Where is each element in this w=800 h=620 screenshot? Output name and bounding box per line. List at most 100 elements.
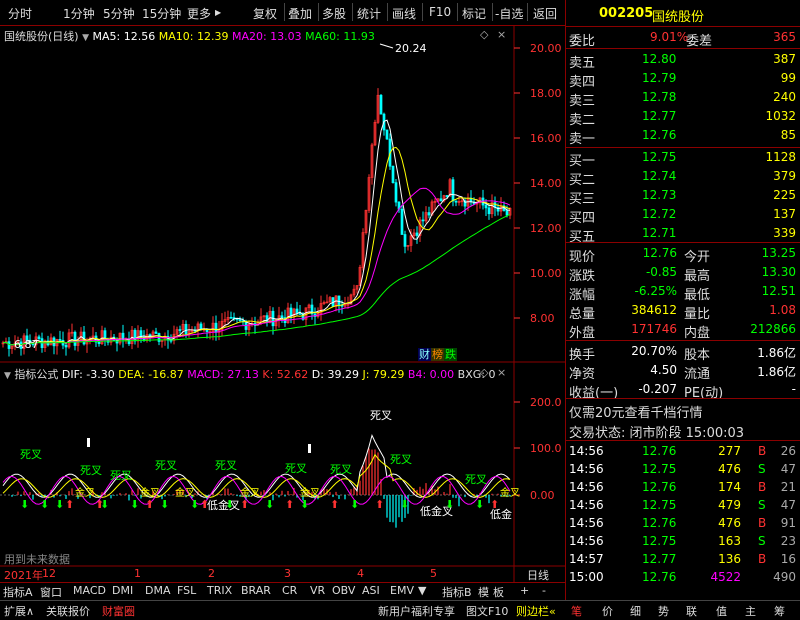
ask-row[interactable]: 卖二 12.77 1032	[566, 107, 800, 128]
tick-cell: 14:57	[569, 552, 604, 566]
up-arrow-icon: ⬆	[375, 498, 384, 511]
bid-price: 12.74	[642, 169, 677, 183]
indicator-tab[interactable]: 板	[493, 584, 504, 600]
btn-zixuan[interactable]: -自选	[495, 5, 523, 22]
indicator-tab[interactable]: CR	[282, 584, 297, 597]
ask-price: 12.79	[642, 71, 677, 85]
stat-cell: 外盘	[569, 326, 596, 341]
btn-huaxian[interactable]: 画线	[392, 5, 416, 22]
tick-row: 14:57 12.77 136 B 16	[566, 550, 800, 570]
new-user-promo[interactable]: 新用户福利专享	[378, 603, 455, 619]
tick-row: 14:56 12.75 479 S 47	[566, 496, 800, 516]
ask-row[interactable]: 卖五 12.80 387	[566, 50, 800, 71]
bid-row[interactable]: 买二 12.74 379	[566, 167, 800, 188]
wealth-circle-button[interactable]: 财富圈	[102, 603, 135, 619]
candle-body	[415, 232, 419, 236]
tab-chou[interactable]: 筹	[774, 603, 785, 619]
tab-more[interactable]: 更多	[187, 5, 211, 22]
price-tick: 16.00	[530, 132, 562, 145]
tick-cell: 174	[718, 480, 741, 494]
tab-5min[interactable]: 5分钟	[103, 5, 135, 22]
indicator-tab[interactable]: MACD	[73, 584, 106, 597]
ask-row[interactable]: 卖一 12.76 85	[566, 126, 800, 147]
tab-zhu[interactable]: 主	[745, 603, 756, 619]
kline-chart-area[interactable]: 20.0018.0016.0014.0012.0010.008.00 200.0…	[0, 26, 565, 582]
btn-f10[interactable]: F10	[429, 5, 451, 19]
tab-lian[interactable]: 联	[686, 603, 697, 619]
bid-row[interactable]: 买四 12.72 137	[566, 205, 800, 226]
indicator-tab[interactable]: ▼	[418, 584, 426, 597]
tab-zhi[interactable]: 值	[716, 603, 727, 619]
stat-row: 涨幅 -6.25% 最低 12.51	[566, 282, 800, 303]
indicator-tab[interactable]: 指标A	[3, 584, 33, 600]
expand-button[interactable]: 扩展∧	[4, 603, 34, 619]
ask-volume: 85	[780, 128, 796, 142]
indicator-tab[interactable]: TRIX	[207, 584, 232, 597]
collapse-icon[interactable]: ▼	[82, 33, 89, 43]
tick-cell: 91	[780, 516, 796, 530]
indicator-tab[interactable]: OBV	[332, 584, 355, 597]
indicator-tab[interactable]: DMA	[145, 584, 171, 597]
indicator-tab[interactable]: VR	[310, 584, 325, 597]
down-arrow-icon: ⬇	[350, 498, 359, 511]
indicator-tab[interactable]: BRAR	[241, 584, 271, 597]
more-arrow-icon[interactable]: ▶	[215, 8, 221, 17]
tab-xi[interactable]: 细	[630, 603, 641, 619]
btn-duogu[interactable]: 多股	[322, 5, 346, 22]
indicator-tab[interactable]: 指标B	[442, 584, 472, 600]
candle-body	[154, 331, 158, 334]
tab-1min[interactable]: 1分钟	[63, 5, 95, 22]
btn-biaoji[interactable]: 标记	[462, 5, 486, 22]
tick-row: 15:00 12.76 4522 490	[566, 568, 800, 588]
close-icon[interactable]: ×	[497, 28, 506, 41]
tab-shi[interactable]: 势	[658, 603, 669, 619]
down-arrow-icon: ⬇	[190, 498, 199, 511]
bid-row[interactable]: 买五 12.71 339	[566, 224, 800, 245]
indicator-tab[interactable]: +	[520, 584, 529, 597]
k-label: K: 52.62	[262, 368, 309, 381]
ask-row[interactable]: 卖三 12.78 240	[566, 88, 800, 109]
indicator-tab[interactable]: ASI	[362, 584, 380, 597]
indicator-tab[interactable]: EMV	[390, 584, 414, 597]
badge-bang[interactable]: 榜	[431, 348, 444, 361]
indicator-tab[interactable]: FSL	[177, 584, 196, 597]
sidebar-toggle[interactable]: 则边栏«	[516, 603, 556, 619]
badge-die[interactable]: 跌	[444, 348, 457, 361]
f10-graphic-button[interactable]: 图文F10	[466, 603, 508, 619]
tab-jia[interactable]: 价	[602, 603, 613, 619]
indicator-tab[interactable]: -	[542, 584, 546, 597]
btn-tongji[interactable]: 统计	[357, 5, 381, 22]
bid-row[interactable]: 买三 12.73 225	[566, 186, 800, 207]
related-quote-button[interactable]: 关联报价	[46, 603, 90, 619]
candle-body	[64, 344, 68, 348]
dead-cross-label: 死叉	[155, 459, 177, 472]
btn-diejia[interactable]: 叠加	[288, 5, 312, 22]
indicator-tab[interactable]: DMI	[112, 584, 133, 597]
bid-row[interactable]: 买一 12.75 1128	[566, 148, 800, 169]
period-label[interactable]: 日线	[527, 567, 549, 583]
ask-volume: 240	[773, 90, 796, 104]
tab-fenshi[interactable]: 分时	[8, 5, 32, 22]
indicator-tab[interactable]: 窗口	[40, 584, 62, 600]
btn-back[interactable]: 返回	[533, 5, 557, 22]
tab-15min[interactable]: 15分钟	[142, 5, 181, 22]
tab-bi[interactable]: 笔	[571, 603, 582, 619]
ask-row[interactable]: 卖四 12.79 99	[566, 69, 800, 90]
tick-cell: B	[758, 516, 767, 530]
badge-cai[interactable]: 财	[418, 348, 431, 361]
up-arrow-icon: ⬆	[95, 498, 104, 511]
down-arrow-icon: ⬇	[130, 498, 139, 511]
promo-text[interactable]: 仅需20元查看千档行情	[569, 402, 703, 421]
close-icon-2[interactable]: ×	[497, 366, 506, 379]
candle-body	[400, 208, 404, 235]
ma5-line	[2, 119, 511, 347]
collapse-icon[interactable]: ▼	[4, 371, 11, 381]
candle-body	[427, 212, 431, 216]
indicator-tab[interactable]: 模	[478, 584, 489, 600]
tick-cell: 12.75	[642, 462, 677, 476]
promo-row[interactable]: 仅需20元查看千档行情	[566, 400, 800, 421]
tick-cell: 14:56	[569, 444, 604, 458]
btn-fuquan[interactable]: 复权	[253, 5, 277, 22]
diamond-icon[interactable]: ◇	[480, 28, 489, 41]
stat-cell: 13.30	[761, 265, 796, 279]
